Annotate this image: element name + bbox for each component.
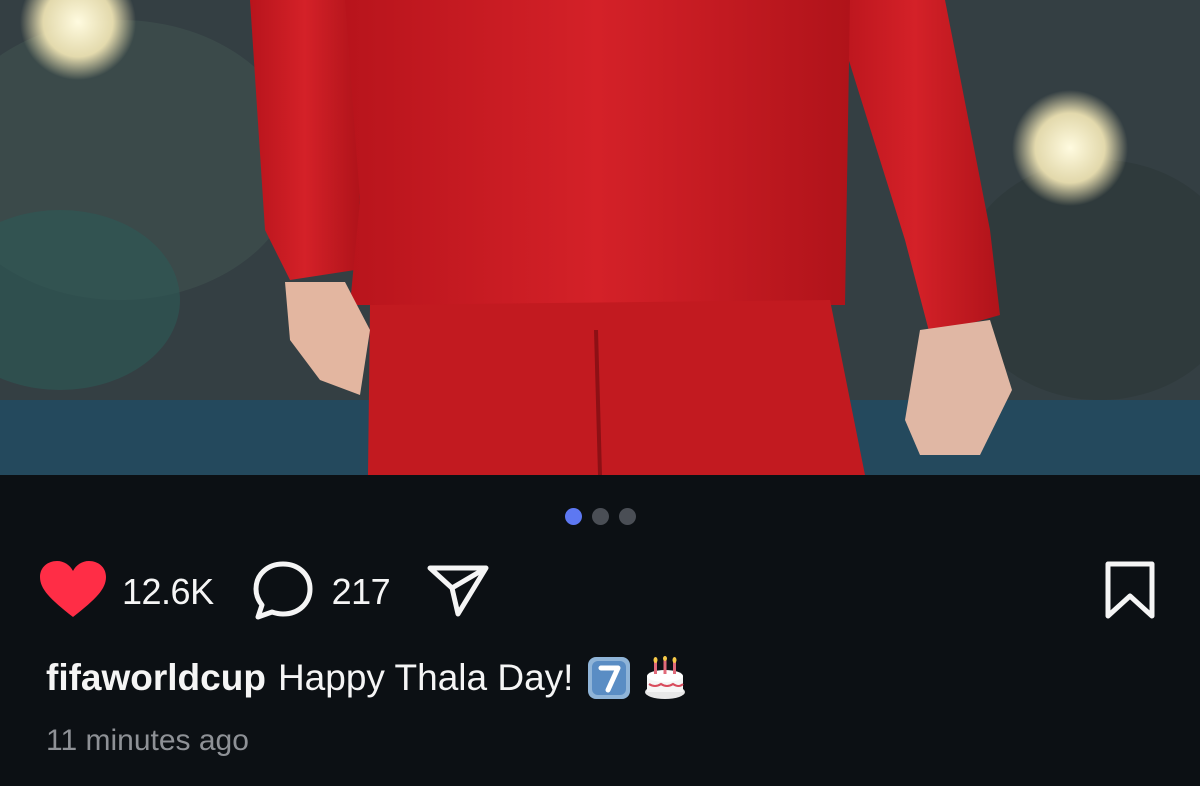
caption-username[interactable]: fifaworldcup (46, 657, 266, 699)
action-bar: 12.6K 217 (40, 560, 1156, 624)
carousel-dot[interactable] (591, 508, 609, 525)
share-group (426, 562, 490, 623)
carousel-indicator (0, 508, 1200, 525)
post-caption: fifaworldcup Happy Thala Day! (46, 656, 687, 700)
carousel-dot-active[interactable] (564, 508, 582, 525)
post-photo[interactable] (0, 0, 1200, 475)
comment-group: 217 (252, 560, 391, 625)
birthday-cake-emoji (643, 656, 687, 700)
carousel-dot[interactable] (618, 508, 636, 525)
comment-icon[interactable] (252, 560, 314, 625)
post: 12.6K 217 fifaworldcup Happy Thala Day! … (0, 0, 1200, 786)
comment-count[interactable]: 217 (332, 571, 391, 613)
post-timestamp: 11 minutes ago (46, 724, 249, 757)
keycap-seven-emoji (587, 656, 631, 700)
like-count[interactable]: 12.6K (122, 571, 214, 613)
caption-text: Happy Thala Day! (277, 657, 574, 698)
heart-icon[interactable] (40, 560, 106, 624)
share-icon[interactable] (426, 562, 490, 623)
player-image (0, 0, 1200, 475)
like-group: 12.6K (40, 560, 214, 624)
bookmark-icon[interactable] (1104, 560, 1156, 625)
